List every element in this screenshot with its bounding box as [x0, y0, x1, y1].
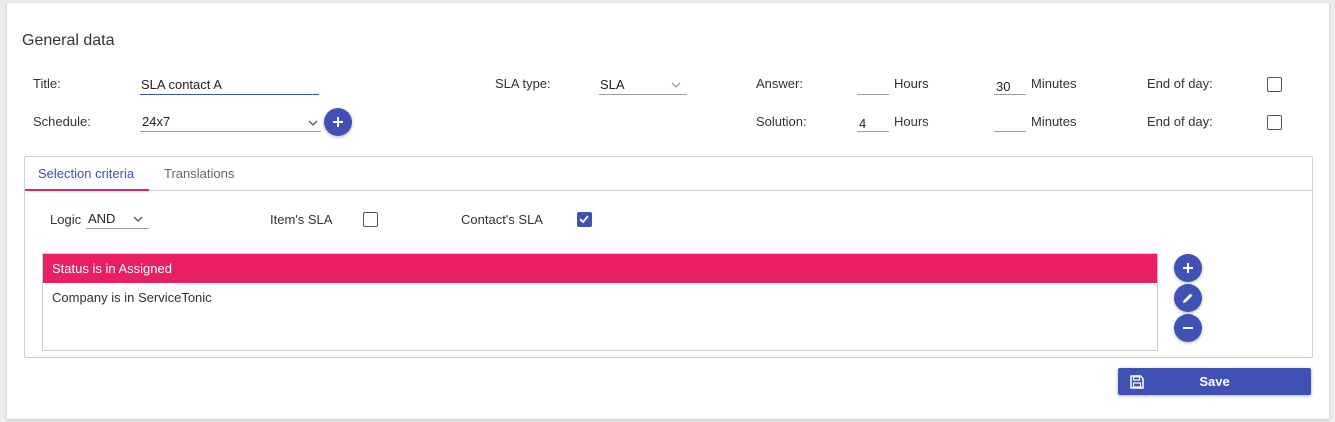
solution-minutes-unit: Minutes — [1031, 114, 1077, 129]
schedule-value: 24x7 — [142, 114, 171, 129]
answer-end-of-day-label: End of day: — [1147, 76, 1213, 91]
schedule-select[interactable]: 24x7 — [140, 112, 321, 132]
solution-label: Solution: — [756, 114, 807, 129]
solution-end-of-day-checkbox[interactable] — [1267, 115, 1282, 130]
schedule-label: Schedule: — [33, 114, 91, 129]
chevron-down-icon — [671, 82, 681, 88]
chevron-down-icon — [133, 216, 143, 222]
schedule-add-button[interactable] — [324, 108, 352, 136]
logic-label: Logic — [50, 212, 82, 227]
answer-minutes-value: 30 — [996, 79, 1011, 94]
answer-minutes-input[interactable]: 30 — [994, 76, 1026, 95]
items-sla-label: Item's SLA — [270, 212, 333, 227]
criteria-row[interactable]: Status is in Assigned — [43, 254, 1157, 283]
title-label: Title: — [33, 76, 61, 91]
solution-hours-input[interactable]: 4 — [857, 113, 889, 132]
floppy-disk-icon — [1130, 374, 1144, 389]
title-value: SLA contact A — [141, 77, 222, 92]
pencil-icon — [1183, 293, 1193, 303]
criteria-add-button[interactable] — [1174, 254, 1202, 282]
title-field[interactable]: SLA contact A — [140, 75, 319, 95]
plus-icon — [333, 117, 343, 127]
sla-type-label: SLA type: — [495, 76, 551, 91]
solution-end-of-day-label: End of day: — [1147, 114, 1213, 129]
criteria-panel: Selection criteria Translations Logic AN… — [24, 156, 1313, 358]
answer-label: Answer: — [756, 76, 803, 91]
criteria-edit-button[interactable] — [1174, 284, 1202, 312]
active-tab-indicator — [25, 189, 149, 191]
answer-end-of-day-checkbox[interactable] — [1267, 77, 1282, 92]
criteria-row[interactable]: Company is in ServiceTonic — [43, 283, 1157, 312]
chevron-down-icon — [308, 120, 318, 126]
logic-select[interactable]: AND — [86, 209, 149, 229]
tab-bar: Selection criteria Translations — [25, 157, 1312, 191]
plus-icon — [1183, 263, 1193, 273]
answer-hours-unit: Hours — [894, 76, 929, 91]
items-sla-checkbox[interactable] — [363, 212, 378, 227]
section-title: General data — [22, 32, 115, 49]
minus-icon — [1183, 327, 1193, 329]
tab-translations[interactable]: Translations — [164, 166, 234, 182]
general-data-card: General data Title: SLA contact A SLA ty… — [7, 3, 1329, 419]
tab-selection-criteria[interactable]: Selection criteria — [38, 166, 134, 182]
criteria-remove-button[interactable] — [1174, 314, 1202, 342]
logic-value: AND — [88, 211, 116, 226]
sla-type-select[interactable]: SLA — [599, 75, 687, 95]
contacts-sla-checkbox[interactable] — [577, 212, 592, 227]
solution-minutes-input[interactable] — [994, 113, 1026, 132]
criteria-list: Status is in Assigned Company is in Servi… — [42, 253, 1158, 351]
save-button[interactable]: Save — [1118, 368, 1311, 395]
answer-hours-input[interactable] — [857, 76, 889, 95]
answer-minutes-unit: Minutes — [1031, 76, 1077, 91]
contacts-sla-label: Contact's SLA — [461, 212, 543, 227]
solution-hours-value: 4 — [859, 116, 867, 131]
sla-type-value: SLA — [600, 77, 625, 92]
checkmark-icon — [579, 215, 589, 224]
solution-hours-unit: Hours — [894, 114, 929, 129]
save-label: Save — [1199, 374, 1230, 389]
